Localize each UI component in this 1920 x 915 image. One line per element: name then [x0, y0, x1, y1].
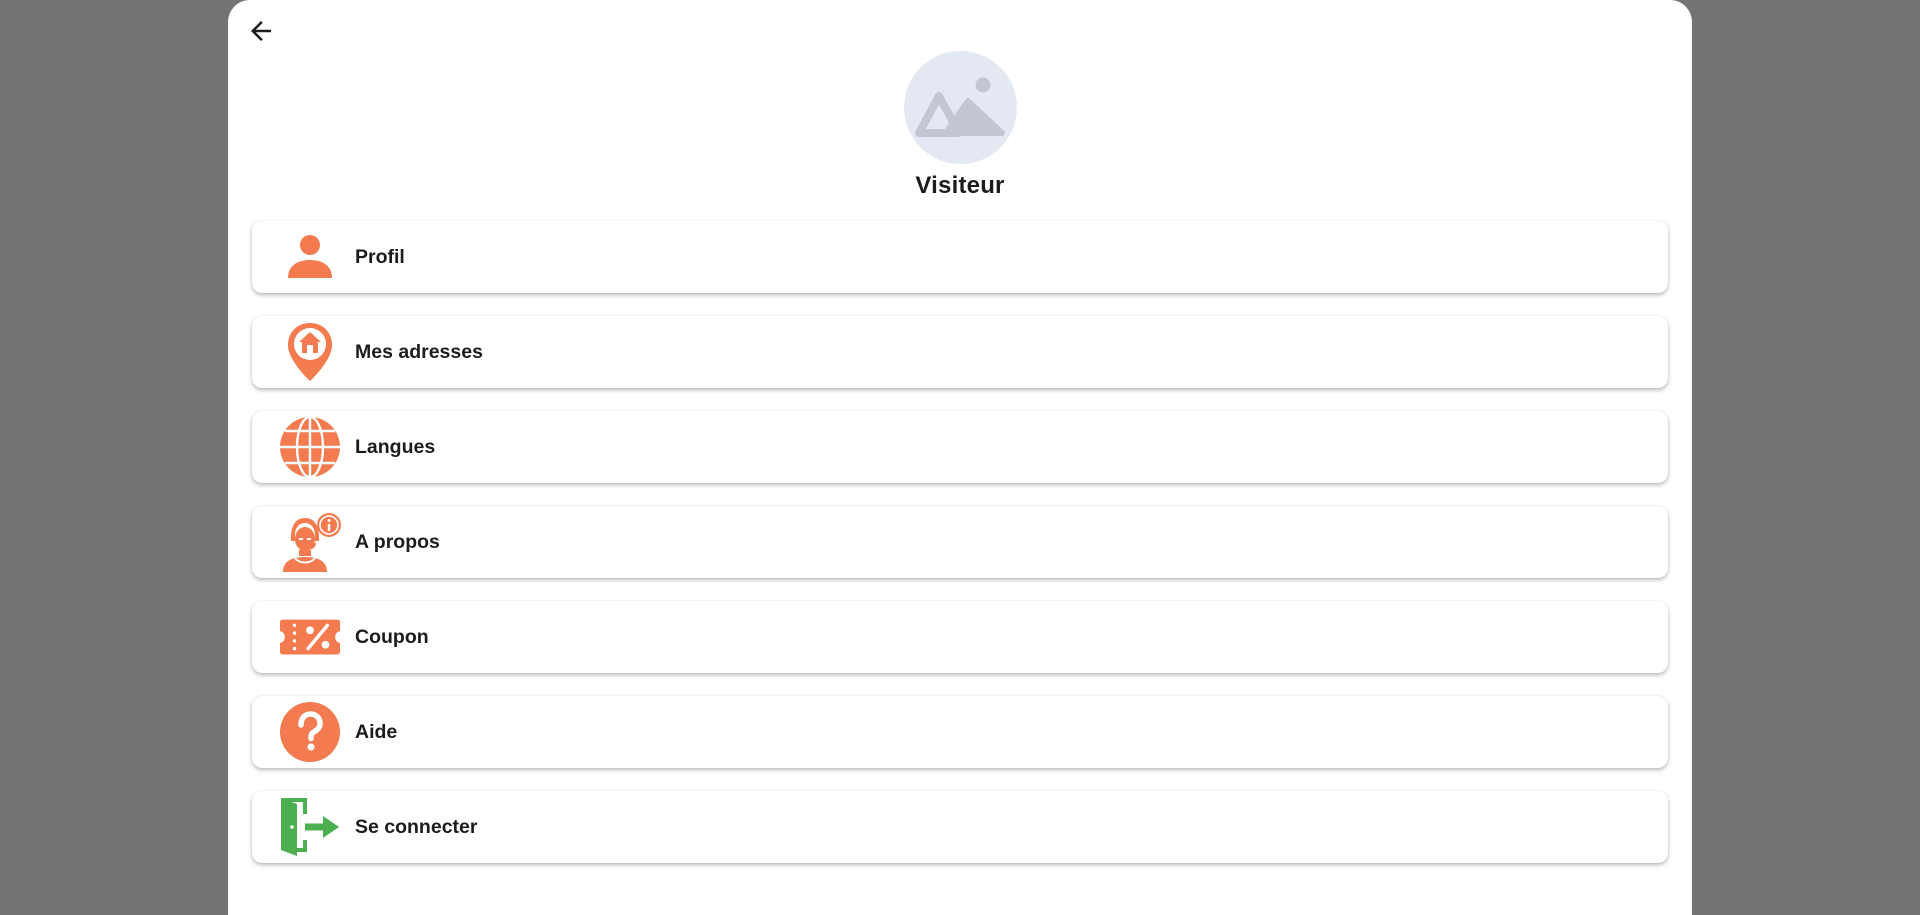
menu-item-label: Profil: [355, 245, 405, 268]
menu-item-label: Mes adresses: [355, 340, 483, 363]
menu-item-addresses[interactable]: Mes adresses: [252, 316, 1668, 388]
menu-item-label: Coupon: [355, 625, 429, 648]
menu-item-languages[interactable]: Langues: [252, 411, 1668, 483]
login-door-icon: [279, 796, 341, 858]
menu-item-login[interactable]: Se connecter: [252, 791, 1668, 863]
profile-name: Visiteur: [915, 172, 1005, 199]
menu-item-label: Langues: [355, 435, 436, 458]
user-icon: [279, 226, 341, 288]
back-button[interactable]: [244, 14, 278, 48]
globe-icon: [279, 416, 341, 478]
menu-item-label: Se connecter: [355, 815, 478, 838]
home-location-pin-icon: [279, 321, 341, 383]
avatar[interactable]: [904, 51, 1017, 164]
settings-menu: Profil Mes adresses Langues A propos Cou…: [252, 221, 1668, 886]
question-circle-icon: [279, 701, 341, 763]
support-agent-info-icon: [279, 511, 341, 573]
menu-item-profile[interactable]: Profil: [252, 221, 1668, 293]
image-placeholder-icon: [915, 77, 1005, 137]
percent-coupon-icon: [279, 606, 341, 668]
menu-item-help[interactable]: Aide: [252, 696, 1668, 768]
menu-item-label: A propos: [355, 530, 440, 553]
menu-item-label: Aide: [355, 720, 398, 743]
menu-item-about[interactable]: A propos: [252, 506, 1668, 578]
menu-item-coupon[interactable]: Coupon: [252, 601, 1668, 673]
settings-panel: Visiteur Profil Mes adresses Langues A p…: [228, 0, 1692, 915]
arrow-left-icon: [251, 21, 271, 41]
